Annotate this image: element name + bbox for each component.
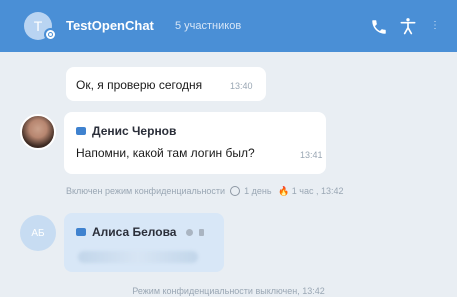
message-bubble-hidden[interactable]: Алиса Белова xyxy=(64,213,224,272)
avatar-alice[interactable]: АБ xyxy=(20,215,56,251)
more-icon[interactable]: ⋮ xyxy=(430,20,440,34)
message-time: 13:40 xyxy=(230,81,253,91)
chat-title[interactable]: TestOpenChat xyxy=(66,18,154,33)
message-bubble[interactable]: Денис Чернов Напомни, какой там логин бы… xyxy=(64,112,326,174)
chat-window: T TestOpenChat 5 участников ⋮ Ок, я пров… xyxy=(0,0,457,297)
hidden-message-content xyxy=(78,251,198,263)
fire-text: 1 час , 13:42 xyxy=(291,186,344,196)
eye-icon xyxy=(186,228,194,236)
message-time: 13:41 xyxy=(300,150,323,160)
message-bubble[interactable]: Ок, я проверю сегодня 13:40 xyxy=(66,67,266,101)
sender-name[interactable]: Алиса Белова xyxy=(92,225,176,239)
system-message-privacy-on: Включен режим конфиденциальности 1 день … xyxy=(66,186,344,197)
message-text: Ок, я проверю сегодня xyxy=(76,78,203,92)
user-icon xyxy=(76,127,86,135)
sender-row: Денис Чернов xyxy=(76,124,176,138)
participants-count[interactable]: 5 участников xyxy=(175,20,241,32)
system-message-privacy-off: Режим конфиденциальности выключен, 13:42 xyxy=(132,286,325,296)
open-chat-badge-icon xyxy=(44,28,57,41)
system-message-text: Включен режим конфиденциальности xyxy=(66,186,226,196)
user-icon xyxy=(76,228,86,236)
lock-icon xyxy=(199,228,205,236)
timer-icon xyxy=(229,186,240,196)
chat-header: T TestOpenChat 5 участников ⋮ xyxy=(0,0,457,52)
phone-icon[interactable] xyxy=(370,18,388,36)
sender-name[interactable]: Денис Чернов xyxy=(92,124,176,138)
message-text: Напомни, какой там логин был? xyxy=(76,146,255,160)
fire-icon: 🔥 xyxy=(278,186,290,196)
avatar-denis[interactable] xyxy=(20,114,56,150)
accessibility-icon[interactable] xyxy=(398,16,418,36)
sender-row: Алиса Белова xyxy=(76,225,205,239)
timer-text: 1 день xyxy=(244,186,272,196)
